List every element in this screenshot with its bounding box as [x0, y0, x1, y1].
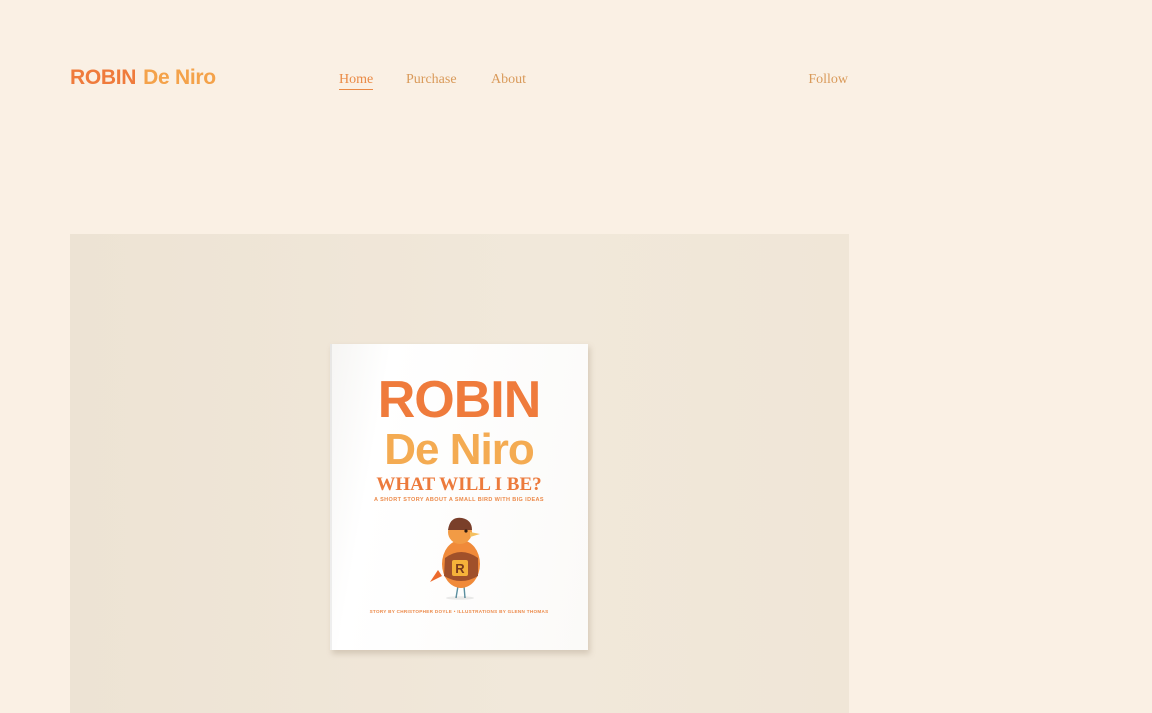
logo-part-robin: ROBIN [70, 66, 137, 89]
book-cover: ROBIN De Niro WHAT WILL I BE? A SHORT ST… [330, 344, 588, 650]
book-title-line1: ROBIN [377, 371, 542, 429]
hero-image: ROBIN De Niro WHAT WILL I BE? A SHORT ST… [70, 234, 849, 713]
book-credits: STORY BY CHRISTOPHER DOYLE • ILLUSTRATIO… [369, 609, 549, 614]
follow-link[interactable]: Follow [808, 72, 848, 88]
sweater-letter: R [455, 561, 465, 576]
nav-item-about[interactable]: About [491, 72, 526, 88]
logo-part-deniro: De Niro [143, 66, 216, 89]
site-logo[interactable]: ROBIN De Niro [70, 66, 216, 90]
page: ROBIN De Niro Home Purchase About Follow … [0, 0, 1152, 713]
book-tagline: A SHORT STORY ABOUT A SMALL BIRD WITH BI… [374, 497, 544, 503]
book-subtitle: WHAT WILL I BE? [376, 474, 542, 495]
nav-item-home[interactable]: Home [339, 72, 374, 90]
book-title-line2: De Niro [384, 425, 534, 474]
bird-illustration: R [430, 517, 480, 600]
nav-item-purchase[interactable]: Purchase [406, 72, 457, 88]
